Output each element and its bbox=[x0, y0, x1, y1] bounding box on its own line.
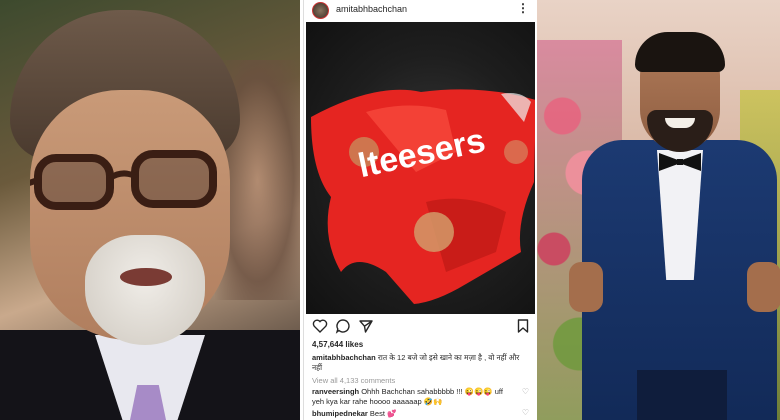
thumbs-up-left bbox=[569, 262, 603, 312]
right-photo bbox=[537, 0, 780, 420]
more-icon[interactable]: ⋮ bbox=[517, 1, 529, 15]
maltesers-wrapper: lteesers bbox=[311, 89, 535, 304]
comment-username[interactable]: ranveersingh bbox=[312, 387, 359, 396]
comment-text: Best 💕 bbox=[367, 409, 397, 418]
mouth bbox=[120, 268, 172, 286]
thumbs-up-right bbox=[747, 262, 780, 312]
comment-icon[interactable] bbox=[335, 318, 351, 334]
pants bbox=[637, 370, 727, 420]
caption-username[interactable]: amitabhbachchan bbox=[312, 353, 376, 362]
instagram-post: amitabhbachchan ⋮ lteesers 4,57,644 like… bbox=[303, 0, 538, 420]
likes-count[interactable]: 4,57,644 likes bbox=[312, 340, 363, 349]
bookmark-icon[interactable] bbox=[515, 318, 531, 334]
share-icon[interactable] bbox=[358, 318, 374, 334]
post-username[interactable]: amitabhbachchan bbox=[336, 4, 407, 14]
avatar[interactable] bbox=[312, 2, 329, 19]
comment-like-icon[interactable]: ♡ bbox=[522, 387, 529, 396]
hair bbox=[635, 32, 725, 72]
heart-icon[interactable] bbox=[312, 318, 328, 334]
bowtie-icon bbox=[659, 153, 701, 171]
action-bar bbox=[304, 318, 537, 336]
comment-username[interactable]: bhumipednekar bbox=[312, 409, 368, 418]
caption: amitabhbachchan रात के 12 बजे जो इसे खान… bbox=[312, 353, 527, 373]
beard bbox=[85, 235, 205, 345]
left-photo bbox=[0, 0, 300, 420]
glasses-icon bbox=[30, 150, 217, 210]
post-header: amitabhbachchan ⋮ bbox=[304, 0, 537, 22]
comment: bhumipednekar Best 💕 bbox=[312, 409, 512, 419]
comment: ranveersingh Ohhh Bachchan sahabbbbb !!!… bbox=[312, 387, 512, 407]
post-photo[interactable]: lteesers bbox=[306, 22, 535, 314]
view-all-comments-link[interactable]: View all 4,133 comments bbox=[312, 376, 395, 385]
comment-like-icon[interactable]: ♡ bbox=[522, 408, 529, 417]
